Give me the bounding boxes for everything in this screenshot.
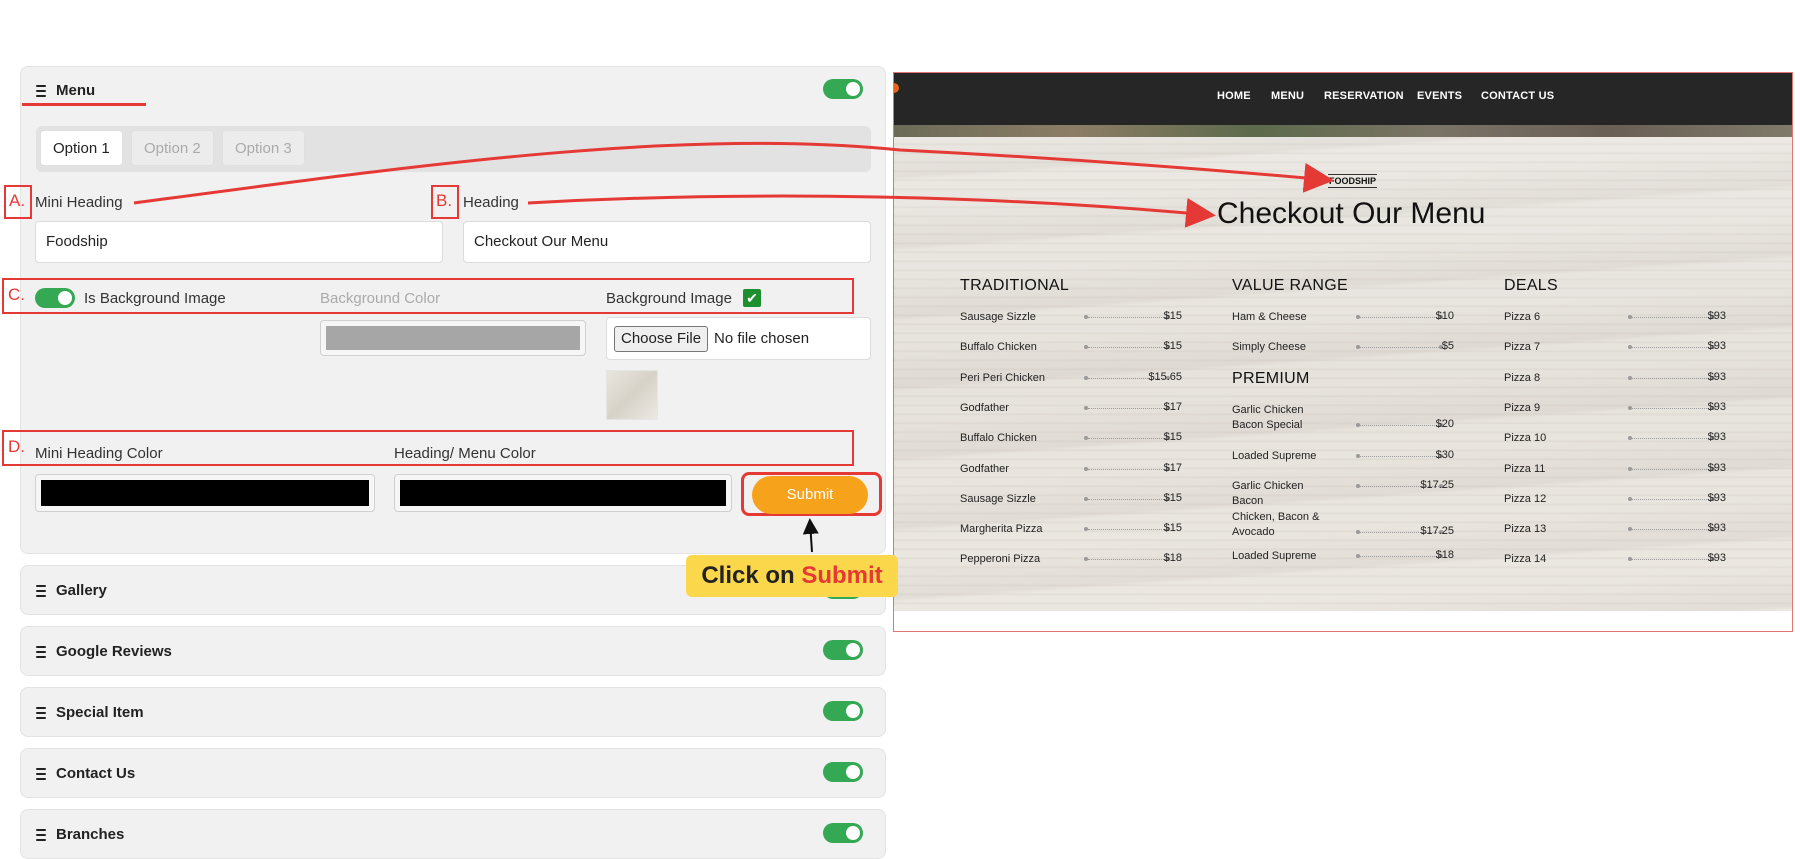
click-on-submit-callout: Click on Submit [686, 555, 898, 597]
arrow-mini-heading [133, 141, 1334, 205]
arrow-to-submit [802, 518, 819, 553]
annotation-arrows [133, 141, 1334, 553]
arrow-heading [527, 194, 1216, 228]
